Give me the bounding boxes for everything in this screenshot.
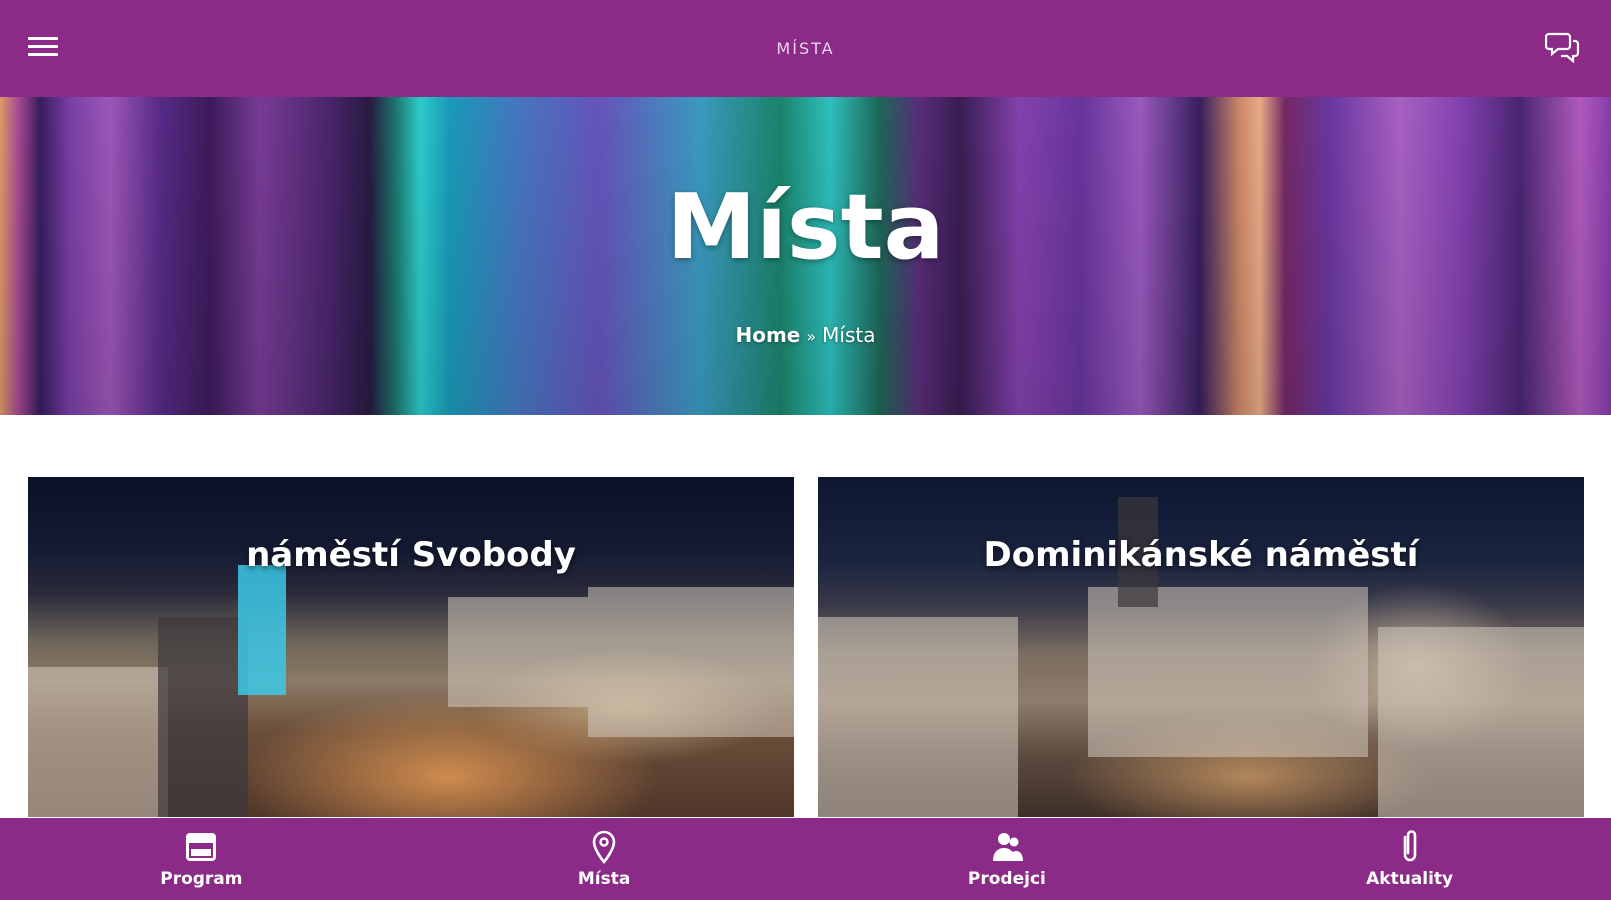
hero-title: Místa [666, 175, 945, 280]
nav-tab-label: Aktuality [1366, 869, 1454, 889]
calendar-icon [186, 833, 217, 861]
paperclip-icon [1403, 830, 1416, 862]
app-root: MÍSTA Místa Home » Místa náměstí Svobody [0, 0, 1611, 900]
page-title: MÍSTA [776, 39, 835, 58]
hero-banner: Místa Home » Místa [0, 97, 1611, 415]
breadcrumb: Home » Místa [0, 323, 1611, 347]
nav-tab-label: Program [160, 869, 243, 889]
place-photo [818, 477, 1584, 817]
nav-tab-aktuality[interactable]: Aktuality [1208, 818, 1611, 900]
people-icon [992, 833, 1023, 861]
breadcrumb-separator: » [806, 327, 817, 346]
place-name: náměstí Svobody [246, 535, 576, 575]
chat-bubbles-icon[interactable] [1544, 30, 1581, 64]
nav-tab-mista[interactable]: Místa [403, 818, 806, 900]
breadcrumb-current: Místa [822, 323, 876, 347]
nav-tab-label: Prodejci [967, 869, 1046, 889]
place-name: Dominikánské náměstí [983, 535, 1419, 575]
place-card-dominikanske-namesti[interactable]: Dominikánské náměstí [818, 477, 1584, 817]
map-pin-icon [592, 830, 616, 865]
place-card-namesti-svobody[interactable]: náměstí Svobody [28, 477, 794, 817]
nav-tab-program[interactable]: Program [0, 818, 403, 900]
breadcrumb-home-link[interactable]: Home [735, 323, 800, 347]
place-photo [28, 477, 794, 817]
bottom-navigation: Program Místa Prodejci Aktuality [0, 818, 1611, 900]
top-app-bar: MÍSTA [0, 0, 1611, 97]
nav-tab-label: Místa [577, 869, 631, 889]
nav-tab-prodejci[interactable]: Prodejci [806, 818, 1209, 900]
hamburger-menu-icon[interactable] [28, 37, 58, 59]
